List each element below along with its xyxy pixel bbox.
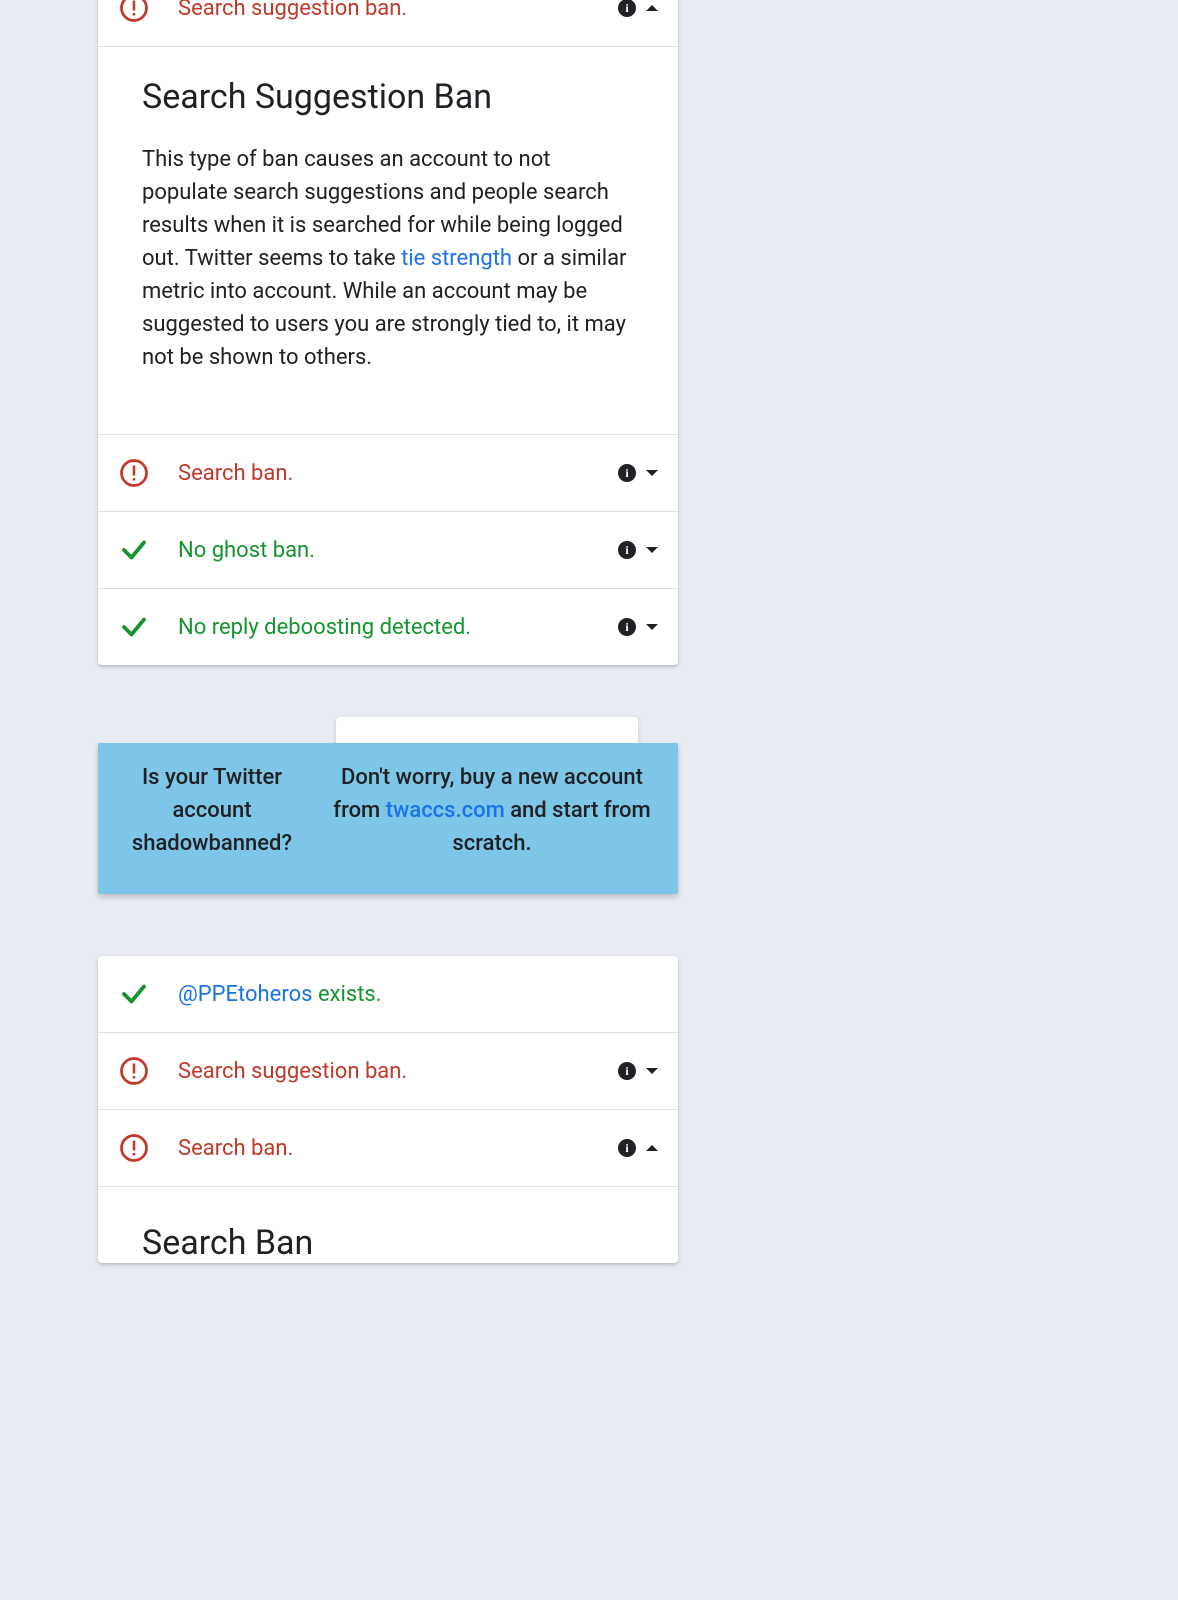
promo-banner: Is your Twitter account shadowbanned? Do… [98, 743, 678, 894]
caret-down-icon[interactable] [646, 470, 658, 476]
tie-strength-link[interactable]: tie strength [401, 246, 512, 271]
exists-suffix: exists. [312, 982, 381, 1007]
banner-cta: Don't worry, buy a new account from twac… [320, 761, 664, 860]
promo-banner-wrap: Is your Twitter account shadowbanned? Do… [98, 743, 678, 894]
results-card-1: Search suggestion ban. i Search Suggesti… [98, 0, 678, 665]
info-icon[interactable]: i [618, 464, 636, 482]
row-account-exists[interactable]: @PPEtoheros exists. [98, 956, 678, 1032]
row-search-suggestion-ban[interactable]: Search suggestion ban. i [98, 1032, 678, 1109]
alert-icon [118, 1055, 150, 1087]
caret-up-icon[interactable] [646, 1145, 658, 1151]
caret-down-icon[interactable] [646, 547, 658, 553]
expanded-section: Search Suggestion Ban This type of ban c… [98, 46, 678, 434]
twaccs-link[interactable]: twaccs.com [386, 798, 505, 823]
row-search-ban[interactable]: Search ban. i [98, 434, 678, 511]
row-search-ban[interactable]: Search ban. i [98, 1109, 678, 1186]
row-search-suggestion-ban[interactable]: Search suggestion ban. i [98, 0, 678, 46]
results-card-2: @PPEtoheros exists. Search suggestion ba… [98, 956, 678, 1263]
check-icon [118, 978, 150, 1010]
caret-down-icon[interactable] [646, 624, 658, 630]
alert-icon [118, 1132, 150, 1164]
row-label: Search ban. [178, 461, 618, 486]
check-icon [118, 534, 150, 566]
row-label: No reply deboosting detected. [178, 615, 618, 640]
account-handle-link[interactable]: @PPEtoheros [178, 982, 312, 1007]
expanded-title-peek: Search Ban [98, 1186, 678, 1263]
info-icon[interactable]: i [618, 618, 636, 636]
row-no-reply-deboosting[interactable]: No reply deboosting detected. i [98, 588, 678, 665]
info-icon[interactable]: i [618, 541, 636, 559]
info-icon[interactable]: i [618, 0, 636, 17]
banner-question: Is your Twitter account shadowbanned? [112, 761, 312, 860]
row-label: No ghost ban. [178, 538, 618, 563]
row-label: Search suggestion ban. [178, 0, 618, 21]
expanded-body: This type of ban causes an account to no… [142, 143, 634, 374]
row-no-ghost-ban[interactable]: No ghost ban. i [98, 511, 678, 588]
alert-icon [118, 0, 150, 24]
info-icon[interactable]: i [618, 1139, 636, 1157]
caret-down-icon[interactable] [646, 1068, 658, 1074]
expanded-title: Search Suggestion Ban [142, 77, 634, 117]
row-label: Search suggestion ban. [178, 1059, 618, 1084]
alert-icon [118, 457, 150, 489]
row-label: Search ban. [178, 1136, 618, 1161]
check-icon [118, 611, 150, 643]
info-icon[interactable]: i [618, 1062, 636, 1080]
caret-up-icon[interactable] [646, 5, 658, 11]
row-label: @PPEtoheros exists. [178, 982, 658, 1007]
